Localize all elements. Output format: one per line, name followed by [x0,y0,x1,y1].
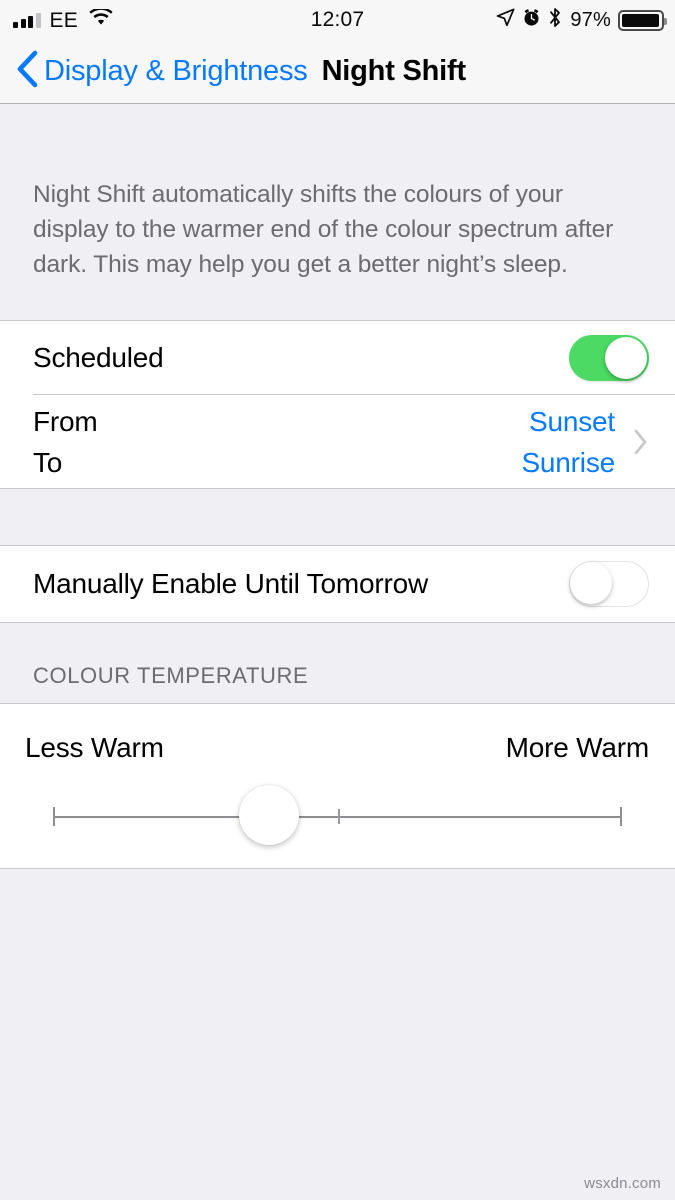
slider-tick-midpoint [337,809,340,824]
manual-enable-group: Manually Enable Until Tomorrow [0,545,675,623]
colour-temperature-header: COLOUR TEMPERATURE [0,623,675,703]
scheduled-toggle[interactable] [569,335,649,381]
more-warm-label: More Warm [505,732,650,763]
manually-enable-toggle[interactable] [569,561,649,607]
schedule-group: Scheduled From To Sunset Sunrise [0,320,675,489]
to-label: To [33,446,63,478]
status-bar: EE 12:07 97% [0,0,675,40]
page-title: Night Shift [321,55,467,87]
scheduled-row[interactable]: Scheduled [0,321,675,395]
night-shift-description: Night Shift automatically shifts the col… [33,181,614,278]
battery-icon [618,9,667,31]
slider-thumb[interactable] [239,785,300,845]
toggle-knob [570,562,612,604]
section-gap-1 [0,489,675,545]
battery-percent-label: 97% [570,8,611,31]
slider-tick-start [53,807,55,826]
to-value: Sunrise [521,446,615,478]
status-bar-right: 97% [496,0,667,40]
back-button-label: Display & Brightness [44,55,308,87]
alarm-clock-icon [522,8,541,32]
manually-enable-label: Manually Enable Until Tomorrow [33,568,428,599]
chevron-left-icon [16,50,38,93]
settings-content: Night Shift automatically shifts the col… [0,105,675,1200]
watermark-label: wsxdn.com [584,1175,661,1192]
less-warm-label: Less Warm [25,732,164,763]
from-value: Sunset [529,405,615,437]
warmth-labels: Less Warm More Warm [0,704,675,764]
bluetooth-icon [548,7,562,33]
colour-temperature-group: Less Warm More Warm [0,703,675,869]
slider-tick-end [620,807,622,826]
night-shift-settings-screen: EE 12:07 97% Display & Brightness Night … [0,0,675,1200]
colour-temperature-slider[interactable] [53,785,622,846]
navigation-bar: Display & Brightness Night Shift [0,40,675,104]
from-label: From [33,405,98,437]
from-to-row[interactable]: From To Sunset Sunrise [0,395,675,488]
from-to-values: Sunset Sunrise [521,403,615,481]
location-arrow-icon [496,8,515,32]
manually-enable-row[interactable]: Manually Enable Until Tomorrow [0,546,675,622]
scheduled-label: Scheduled [33,342,164,373]
back-button[interactable]: Display & Brightness [0,50,308,93]
from-to-labels: From To [33,403,98,481]
toggle-knob [605,337,647,379]
chevron-right-icon [633,428,649,456]
